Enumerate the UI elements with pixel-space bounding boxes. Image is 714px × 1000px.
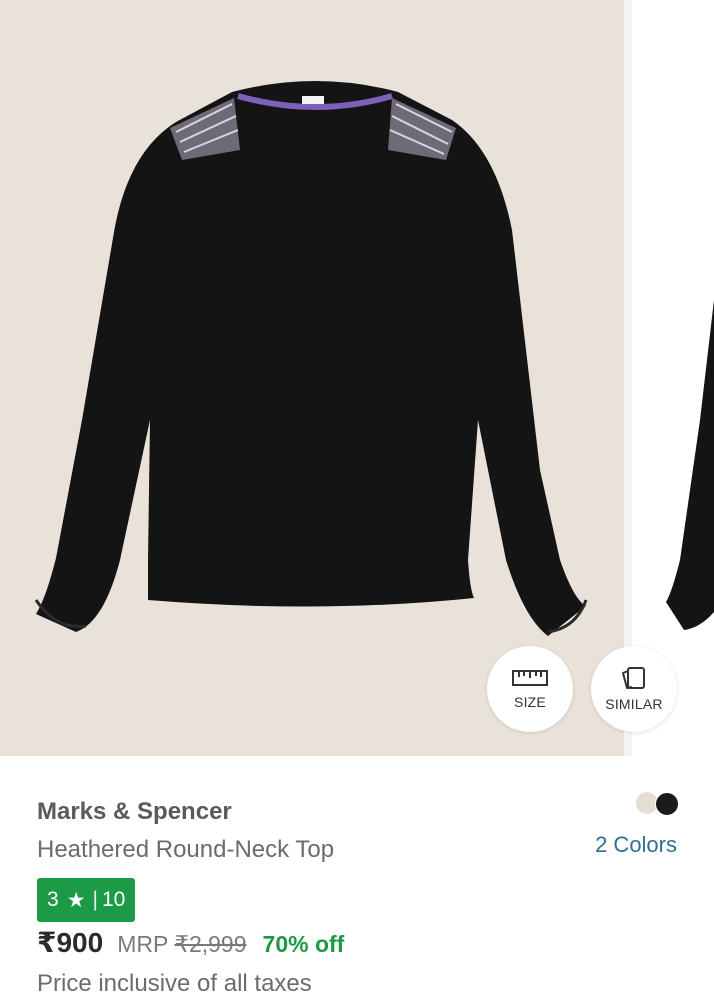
price-row: ₹900 MRP ₹2,999 70% off	[37, 926, 344, 964]
rating-value: 3	[47, 888, 59, 911]
mrp-value: ₹2,999	[174, 931, 247, 957]
ruler-icon	[512, 670, 548, 686]
star-icon: ★	[66, 888, 86, 912]
colors-link[interactable]: 2 Colors	[595, 832, 677, 858]
discount-label: 70% off	[262, 931, 345, 957]
black-top-illustration	[34, 81, 588, 636]
size-button-label: SIZE	[514, 694, 546, 710]
product-image-carousel[interactable]: SIZE SIMILAR	[0, 0, 714, 756]
similar-cards-icon	[622, 667, 645, 689]
carousel-divider	[624, 0, 632, 756]
next-product-image[interactable]	[632, 0, 714, 756]
similar-button-label: SIMILAR	[605, 696, 663, 712]
rating-separator: |	[92, 888, 98, 911]
next-image-illustration	[666, 300, 714, 630]
similar-products-button[interactable]: SIMILAR	[591, 646, 677, 732]
swatch-black[interactable]	[655, 792, 679, 816]
brand-name[interactable]: Marks & Spencer	[37, 798, 232, 826]
product-info: Marks & Spencer Heathered Round-Neck Top…	[0, 756, 714, 1000]
mrp-label: MRP	[117, 931, 169, 957]
size-chart-button[interactable]: SIZE	[487, 646, 573, 732]
rating-badge[interactable]: 3 ★ | 10	[37, 878, 136, 922]
selling-price: ₹900	[37, 927, 104, 958]
product-title: Heathered Round-Neck Top	[37, 836, 335, 863]
tax-note: Price inclusive of all taxes	[37, 970, 312, 997]
color-swatches[interactable]	[636, 792, 680, 816]
product-image[interactable]	[0, 0, 624, 756]
rating-count: 10	[101, 888, 126, 911]
